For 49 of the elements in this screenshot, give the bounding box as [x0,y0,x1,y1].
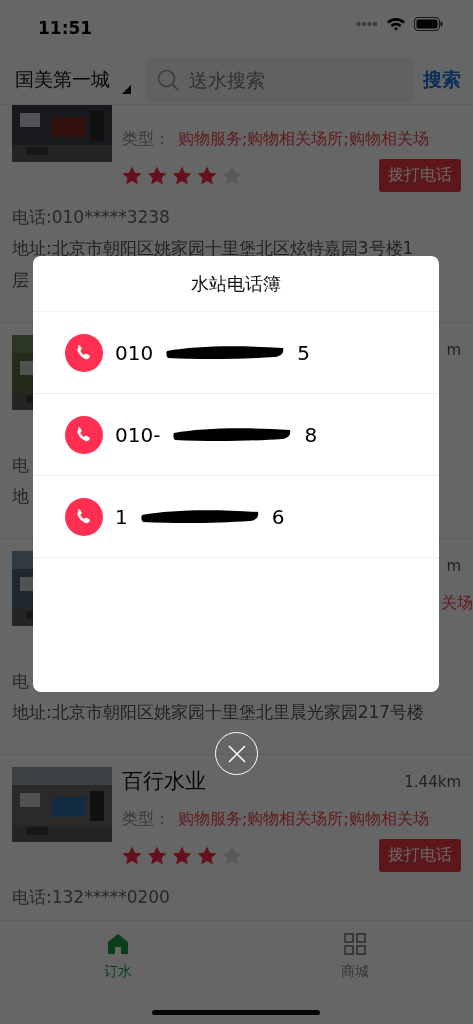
phone-text: 电 [12,454,30,477]
phone-number: 6 [271,503,285,531]
distance-text: m [446,555,461,577]
phone-number: 5 [297,339,310,367]
type-value: 购物服务;购物相关场所;购物相关场 [178,808,429,830]
contact-row[interactable]: 010- 8 [33,394,439,476]
search-button[interactable]: 搜索 [421,65,463,94]
dialog-title: 水站电话簿 [33,256,439,312]
status-time: 11:51 [38,17,93,40]
star-icon [197,845,217,865]
star-icon [197,165,217,185]
phone-text: 电话:132*****0200 [12,886,171,909]
contact-row[interactable]: 010 5 [33,312,439,394]
signal-icon [356,20,378,27]
phone-icon [65,497,103,536]
type-value: 购物服务;购物相关场所;购物相关场 [178,128,429,150]
phone-text: 电 [12,670,30,693]
star-icon [172,165,192,185]
star-icon [122,165,142,185]
close-icon [226,743,247,764]
wifi-icon [386,16,406,31]
phone-icon [65,333,103,372]
search-icon [157,68,179,91]
contact-row[interactable]: 1 6 [33,476,439,558]
phone-number: 010 [115,339,154,367]
star-icon [147,845,167,865]
battery-icon [414,16,443,31]
star-icon [147,165,167,185]
address-text: 地 [12,485,29,508]
star-icon [122,845,142,865]
home-icon [107,933,130,955]
distance-text: m [446,339,461,361]
call-button[interactable]: 拨打电话 [379,158,461,192]
caret-icon [122,84,131,94]
phone-number: 010- [115,421,161,449]
phone-number: 1 [115,503,128,531]
star-icon [172,845,192,865]
station-name: 百行水业 [122,768,206,796]
phone-icon [65,415,103,454]
address-text: 地址:北京市朝阳区姚家园十里堡北里晨光家园217号楼 [12,701,425,724]
tab-item[interactable]: 订水 [0,921,237,1024]
call-button[interactable]: 拨打电话 [379,838,461,872]
address-text: 层 [12,269,29,292]
distance-text: 1.44km [404,771,461,793]
phone-number: 8 [304,421,318,449]
phone-text: 电话:010*****3238 [12,206,171,229]
grid-icon [343,933,366,955]
type-value: 关场 [441,592,473,614]
city-selector[interactable]: 国美第一城 [15,65,131,94]
